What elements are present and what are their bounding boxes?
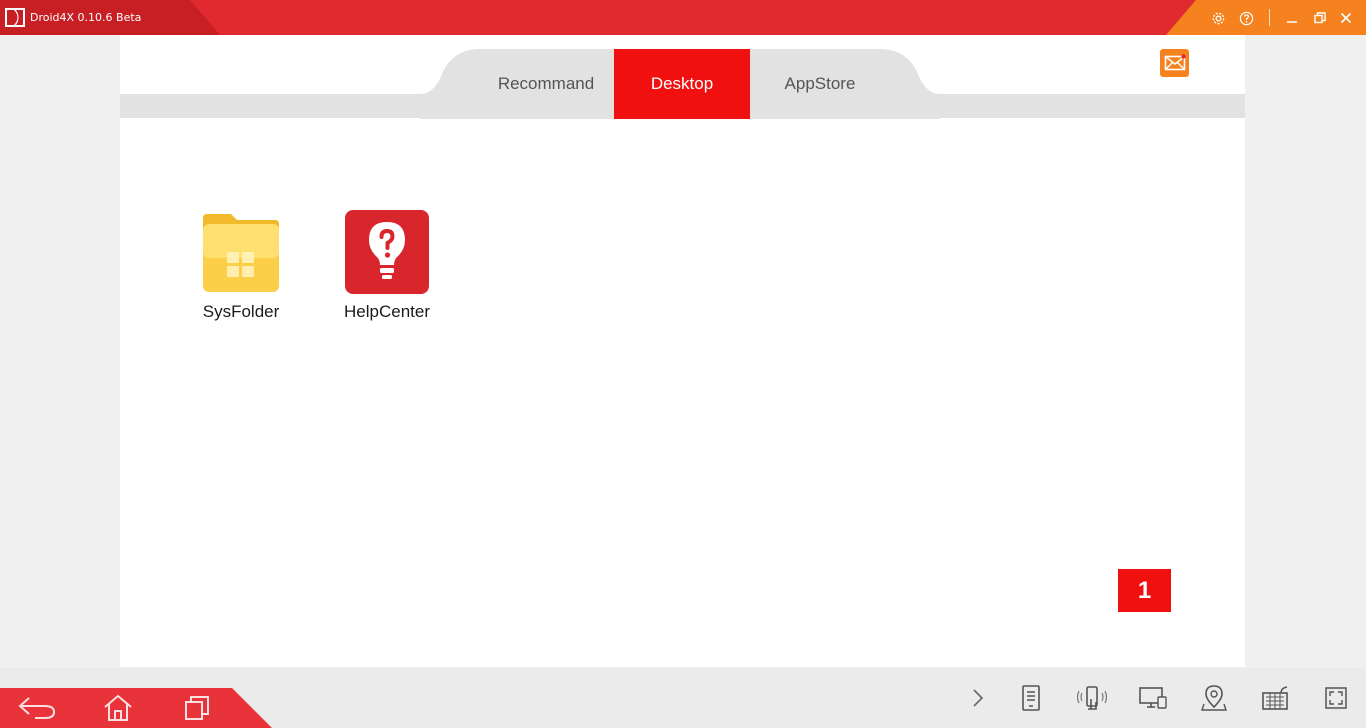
- keyboard-icon[interactable]: [1259, 682, 1291, 714]
- shake-icon[interactable]: [1076, 682, 1108, 714]
- recent-apps-icon[interactable]: [177, 690, 217, 726]
- mail-icon[interactable]: [1160, 49, 1189, 77]
- app-label-helpcenter: HelpCenter: [344, 302, 430, 321]
- apk-install-icon[interactable]: [1015, 682, 1047, 714]
- window-title: Droid4X 0.10.6 Beta: [30, 11, 142, 24]
- settings-icon[interactable]: [1208, 8, 1228, 28]
- help-icon[interactable]: [1236, 8, 1256, 28]
- tab-recommand[interactable]: Recommand: [480, 49, 612, 119]
- app-helpcenter[interactable]: HelpCenter: [337, 210, 437, 322]
- tab-appstore[interactable]: AppStore: [752, 49, 888, 119]
- app-logo-icon: [5, 8, 25, 27]
- restore-icon[interactable]: [1310, 8, 1330, 28]
- minimize-icon[interactable]: [1282, 8, 1302, 28]
- app-label-sysfolder: SysFolder: [202, 302, 280, 321]
- back-icon[interactable]: [17, 690, 57, 726]
- app-sysfolder[interactable]: SysFolder: [191, 210, 291, 322]
- help-center-icon: [345, 210, 429, 294]
- tab-desktop[interactable]: Desktop: [614, 49, 750, 119]
- location-icon[interactable]: [1198, 682, 1230, 714]
- close-icon[interactable]: [1336, 8, 1356, 28]
- expand-icon[interactable]: [962, 682, 994, 714]
- bottom-toolbar: [0, 668, 1366, 728]
- screen-icon[interactable]: [1137, 682, 1169, 714]
- fullscreen-icon[interactable]: [1320, 682, 1352, 714]
- android-screen: Recommand Desktop AppStore SysFolder Hel…: [120, 35, 1245, 667]
- title-bar: Droid4X 0.10.6 Beta: [0, 0, 1366, 35]
- title-separator: [1269, 9, 1270, 26]
- page-indicator[interactable]: 1: [1118, 569, 1171, 612]
- home-icon[interactable]: [98, 690, 138, 726]
- folder-icon: [199, 210, 283, 294]
